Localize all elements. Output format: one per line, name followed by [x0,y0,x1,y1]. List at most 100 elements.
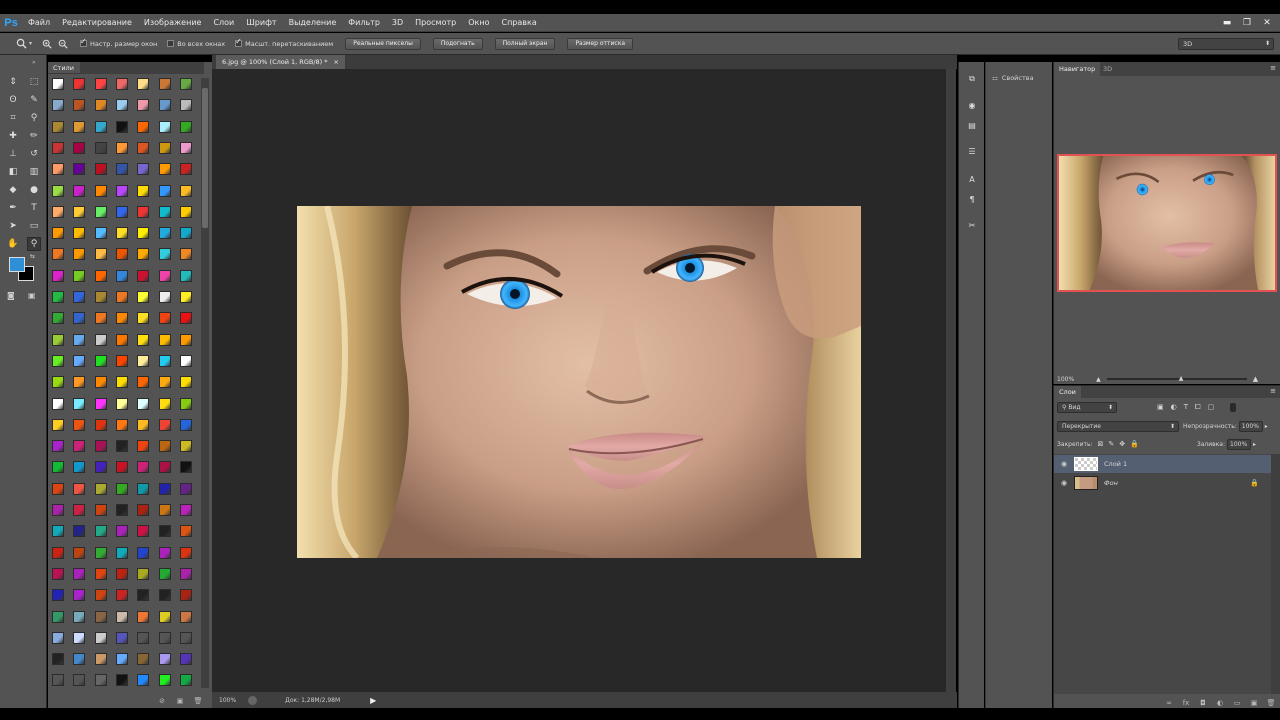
style-swatch[interactable] [158,184,171,197]
style-swatch[interactable] [52,418,64,431]
style-swatch[interactable] [115,269,128,282]
style-swatch[interactable] [179,546,192,559]
style-swatch[interactable] [73,461,86,474]
menu-item-2[interactable]: Изображение [138,14,208,32]
rectangle-tool-icon[interactable]: ▭ [27,219,41,233]
menu-item-8[interactable]: Просмотр [409,14,462,32]
style-swatch[interactable] [137,312,150,325]
menu-item-9[interactable]: Окно [462,14,495,32]
screen-mode-icon[interactable]: ▣ [28,291,36,300]
style-swatch[interactable] [115,354,128,367]
tab-3d[interactable]: 3D [1098,62,1117,76]
eye-icon[interactable]: ◉ [1054,460,1074,468]
style-swatch[interactable] [158,205,171,218]
style-swatch[interactable] [158,291,171,303]
style-swatch[interactable] [179,674,192,687]
style-swatch[interactable] [94,461,107,474]
style-swatch[interactable] [115,589,128,602]
style-swatch[interactable] [179,504,192,516]
menu-item-7[interactable]: 3D [386,14,409,32]
blend-mode-select[interactable]: Перекрытие ⬍ [1057,420,1179,432]
style-swatch[interactable] [115,333,128,346]
panel-menu-icon[interactable]: ≡ [1270,387,1276,395]
minimize-button[interactable]: ▬ [1222,18,1232,28]
style-swatch[interactable] [179,653,192,666]
style-swatch[interactable] [158,546,171,559]
menu-item-6[interactable]: Фильтр [342,14,386,32]
style-swatch[interactable] [158,78,171,90]
style-swatch[interactable] [158,418,171,431]
style-swatch[interactable] [52,99,64,112]
style-swatch[interactable] [94,546,107,559]
style-swatch[interactable] [158,99,171,112]
zoom-out-small-icon[interactable]: ▲ [1096,376,1101,383]
hand-tool-icon[interactable]: ✋ [6,237,20,251]
style-swatch[interactable] [73,99,86,112]
filter-type-icon[interactable]: T [1184,403,1188,411]
style-swatch[interactable] [73,653,86,666]
adjustments-icon[interactable]: ▤ [965,118,979,132]
style-swatch[interactable] [137,418,150,431]
style-swatch[interactable] [179,631,192,644]
link-layers-icon[interactable]: ∞ [1165,699,1173,707]
style-swatch[interactable] [52,248,64,261]
style-swatch[interactable] [158,376,171,389]
style-swatch[interactable] [179,440,192,453]
style-swatch[interactable] [94,227,107,240]
style-swatch[interactable] [94,312,107,325]
style-swatch[interactable] [52,610,64,623]
lock-position-icon[interactable]: ✥ [1119,440,1125,448]
style-swatch[interactable] [94,248,107,261]
style-swatch[interactable] [94,440,107,453]
swatches-icon[interactable]: ◉ [965,98,979,112]
all-windows-checkbox[interactable]: Во всех окнах [167,40,225,48]
menu-item-3[interactable]: Слои [207,14,240,32]
style-swatch[interactable] [179,333,192,346]
style-swatch[interactable] [137,205,150,218]
style-swatch[interactable] [137,546,150,559]
style-swatch[interactable] [73,631,86,644]
style-swatch[interactable] [158,248,171,261]
style-swatch[interactable] [73,141,86,154]
style-swatch[interactable] [137,653,150,666]
style-swatch[interactable] [73,610,86,623]
style-swatch[interactable] [73,546,86,559]
style-swatch[interactable] [137,141,150,154]
paragraph-icon[interactable]: ¶ [965,192,979,206]
chevron-down-icon[interactable]: ▾ [29,40,32,47]
style-swatch[interactable] [115,440,128,453]
style-swatch[interactable] [179,248,192,261]
style-swatch[interactable] [137,504,150,516]
style-swatch[interactable] [52,440,64,453]
style-swatch[interactable] [52,291,64,303]
zoom-tool-icon[interactable]: ⚲ [27,237,41,251]
properties-button[interactable]: ⚏ Свойства [992,74,1034,82]
style-swatch[interactable] [52,163,64,176]
style-swatch[interactable] [73,354,86,367]
style-swatch[interactable] [179,99,192,112]
style-swatch[interactable] [73,674,86,687]
chevron-down-icon[interactable]: ▸ [1265,423,1268,430]
canvas-area[interactable] [212,69,946,692]
layer-row-background[interactable]: ◉ Фон 🔒 [1054,474,1271,492]
zoom-out-icon[interactable] [56,37,70,51]
eyedropper-tool-icon[interactable]: ⚲ [27,111,41,125]
style-swatch[interactable] [73,333,86,346]
style-swatch[interactable] [115,120,128,133]
style-swatch[interactable] [94,99,107,112]
styles-scrollbar[interactable] [201,78,209,688]
style-swatch[interactable] [73,163,86,176]
style-swatch[interactable] [115,418,128,431]
blur-tool-icon[interactable]: ◆ [6,183,20,197]
style-swatch[interactable] [52,376,64,389]
layer-style-icon[interactable]: fx [1182,699,1190,707]
style-swatch[interactable] [137,248,150,261]
style-swatch[interactable] [94,567,107,580]
style-swatch[interactable] [94,354,107,367]
style-swatch[interactable] [73,376,86,389]
style-swatch[interactable] [115,397,128,410]
style-swatch[interactable] [137,482,150,495]
style-swatch[interactable] [52,227,64,240]
style-swatch[interactable] [179,312,192,325]
style-swatch[interactable] [115,205,128,218]
